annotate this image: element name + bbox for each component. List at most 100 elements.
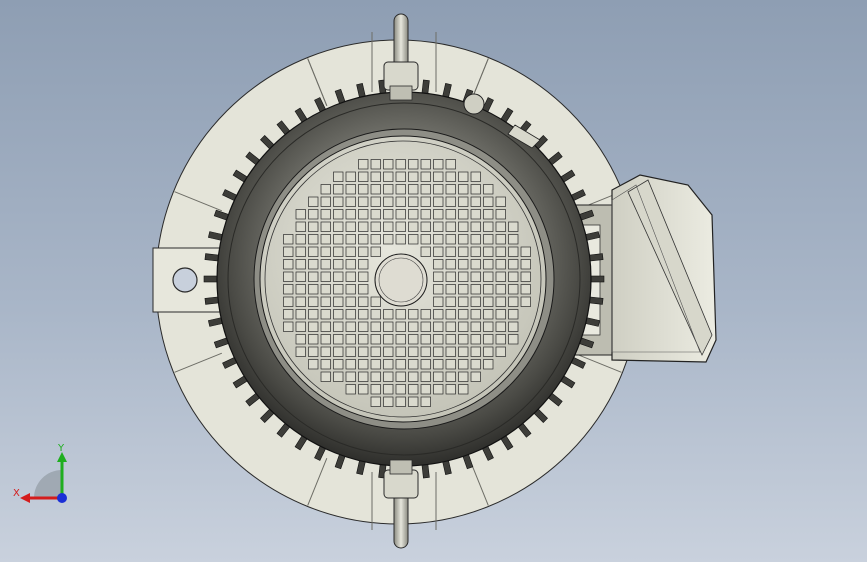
vent-slot <box>358 384 369 395</box>
vent-slot <box>295 309 306 320</box>
vent-slot <box>458 259 469 270</box>
vent-slot <box>283 234 294 245</box>
vent-slot <box>408 221 419 232</box>
vent-slot <box>433 259 444 270</box>
vent-slot <box>483 321 494 332</box>
vent-slot <box>458 284 469 295</box>
vent-slot <box>395 171 406 182</box>
vent-slot <box>383 221 394 232</box>
fan-cover <box>259 135 547 423</box>
vent-slot <box>383 371 394 382</box>
vent-slot <box>333 284 344 295</box>
vent-slot <box>458 184 469 195</box>
vent-slot <box>420 396 431 407</box>
vent-slot <box>320 284 331 295</box>
vent-slot <box>520 246 531 257</box>
vent-slot <box>345 321 356 332</box>
vent-slot <box>395 209 406 220</box>
vent-slot <box>458 334 469 345</box>
vent-slot <box>370 159 381 170</box>
vent-slot <box>458 221 469 232</box>
vent-slot <box>308 334 319 345</box>
vent-slot <box>445 309 456 320</box>
vent-slot <box>308 234 319 245</box>
vent-slot <box>383 346 394 357</box>
vent-slot <box>433 284 444 295</box>
x-axis-label: X <box>13 488 20 499</box>
vent-slot <box>508 271 519 282</box>
vent-slot <box>508 284 519 295</box>
vent-slot <box>383 234 394 245</box>
vent-slot <box>333 246 344 257</box>
vent-slot <box>320 209 331 220</box>
vent-slot <box>408 346 419 357</box>
vent-slot <box>483 296 494 307</box>
vent-slot <box>433 309 444 320</box>
vent-slot <box>458 246 469 257</box>
vent-slot <box>320 309 331 320</box>
vent-slot <box>370 171 381 182</box>
vent-slot <box>395 359 406 370</box>
vent-slot <box>445 346 456 357</box>
vent-slot <box>320 246 331 257</box>
x-arrow-head <box>20 493 30 503</box>
vent-slot <box>283 296 294 307</box>
vent-slot <box>345 221 356 232</box>
vent-slot <box>308 359 319 370</box>
vent-slot <box>358 196 369 207</box>
vent-slot <box>383 184 394 195</box>
vent-slot <box>445 196 456 207</box>
vent-slot <box>333 221 344 232</box>
vent-slot <box>383 209 394 220</box>
vent-slot <box>345 171 356 182</box>
vent-slot <box>408 384 419 395</box>
vent-slot <box>283 284 294 295</box>
vent-slot <box>483 334 494 345</box>
vent-slot <box>320 334 331 345</box>
vent-slot <box>420 359 431 370</box>
vent-slot <box>508 259 519 270</box>
vent-slot <box>345 209 356 220</box>
vent-slot <box>433 196 444 207</box>
vent-slot <box>395 184 406 195</box>
shaft-cap <box>374 253 428 307</box>
vent-slot <box>408 334 419 345</box>
vent-slot <box>433 359 444 370</box>
vent-slot <box>483 184 494 195</box>
vent-slot <box>345 309 356 320</box>
vent-slot <box>420 171 431 182</box>
vent-slot <box>433 184 444 195</box>
vent-slot <box>320 196 331 207</box>
vent-slot <box>433 221 444 232</box>
vent-slot <box>345 284 356 295</box>
vent-slot <box>483 209 494 220</box>
vent-slot <box>345 359 356 370</box>
vent-slot <box>495 321 506 332</box>
vent-slot <box>358 171 369 182</box>
vent-slot <box>395 384 406 395</box>
vent-slot <box>333 234 344 245</box>
vent-slot <box>395 196 406 207</box>
vent-slot <box>508 334 519 345</box>
vent-slot <box>383 321 394 332</box>
vent-slot <box>295 246 306 257</box>
vent-slot <box>358 359 369 370</box>
graphics-viewport[interactable]: Y X <box>0 0 867 562</box>
vent-slot <box>358 221 369 232</box>
vent-slot <box>458 234 469 245</box>
vent-slot <box>333 321 344 332</box>
vent-slot <box>283 309 294 320</box>
vent-slot <box>508 296 519 307</box>
vent-slot <box>483 246 494 257</box>
vent-slot <box>345 271 356 282</box>
motor-model[interactable] <box>0 0 867 562</box>
vent-slot <box>408 209 419 220</box>
vent-slot <box>408 321 419 332</box>
vent-slot <box>408 159 419 170</box>
vent-slot <box>408 184 419 195</box>
vent-slot <box>508 321 519 332</box>
vent-slot <box>483 359 494 370</box>
vent-slot <box>445 321 456 332</box>
vent-slot <box>433 246 444 257</box>
vent-slot <box>308 296 319 307</box>
